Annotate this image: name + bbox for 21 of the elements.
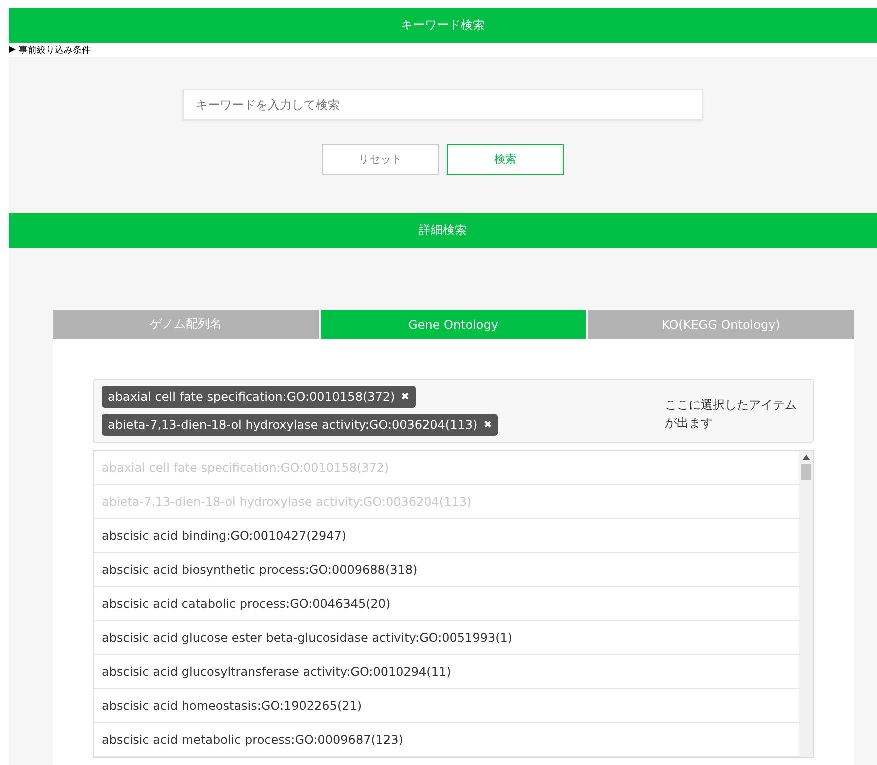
remove-icon[interactable]: ✖ (484, 420, 492, 430)
list-option[interactable]: abscisic acid homeostasis:GO:1902265(21) (94, 689, 799, 723)
selection-hint: ここに選択したアイテムが出ます (665, 397, 798, 432)
scrollbar[interactable] (799, 451, 813, 757)
list-option[interactable]: abscisic acid binding:GO:0010427(2947) (94, 519, 799, 553)
tag-label: abieta-7,13-dien-18-ol hydroxylase activity:GO:0036204(113) (108, 418, 478, 432)
prefilter-toggle[interactable]: 事前絞り込み条件 (18, 44, 91, 56)
remove-icon[interactable]: ✖ (401, 392, 410, 402)
reset-button[interactable]: リセット (322, 144, 439, 175)
list-option[interactable]: abscisic acid metabolic process:GO:0009687(123) (94, 723, 799, 757)
tag-label: abaxial cell fate specification:GO:0010158(372) (108, 390, 396, 404)
section-header: キーワード検索 (9, 8, 877, 43)
search-field[interactable]: キーワードを入力して検索 (183, 89, 703, 120)
scrollbar-thumb[interactable] (801, 464, 811, 480)
list-option[interactable]: abscisic acid catabolic process:GO:0046345(20) (94, 587, 799, 621)
list-option[interactable]: abscisic acid biosynthetic process:GO:0009688(318) (94, 553, 799, 587)
list-option[interactable]: abscisic acid glucose ester beta-glucosidase activity:GO:0051993(1) (94, 621, 799, 655)
scroll-up-icon[interactable] (802, 454, 810, 462)
disclosure-triangle-icon[interactable]: ▶ (9, 45, 16, 55)
section-header: 詳細検索 (9, 213, 877, 248)
list-option[interactable]: abscisic acid glucosyltransferase activity:GO:0010294(11) (94, 655, 799, 689)
